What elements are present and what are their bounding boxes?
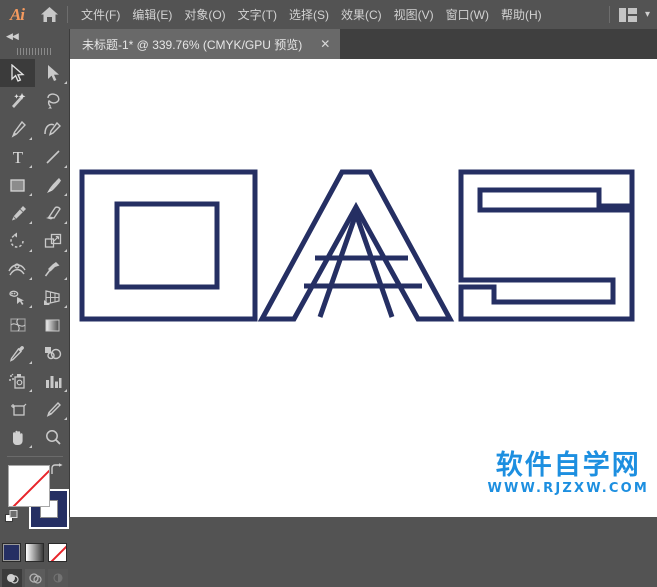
menubar-right-group: ▾ xyxy=(608,6,657,23)
app-logo: Ai xyxy=(9,4,25,24)
width-tool[interactable] xyxy=(0,255,35,283)
watermark-chinese: 软件自学网 xyxy=(495,450,641,481)
svg-text:T: T xyxy=(12,148,23,166)
chevron-down-icon[interactable]: ▾ xyxy=(645,9,650,20)
slice-tool[interactable] xyxy=(35,395,70,423)
panel-collapse-button[interactable]: ◀◀ xyxy=(0,29,69,44)
menu-file[interactable]: 文件(F) xyxy=(75,3,126,26)
collapse-arrows-icon: ◀◀ xyxy=(6,31,19,41)
magic-wand-tool[interactable] xyxy=(0,87,35,115)
draw-normal-button[interactable] xyxy=(1,569,22,587)
menu-type[interactable]: 文字(T) xyxy=(232,3,283,26)
artboard-tool[interactable] xyxy=(0,395,35,423)
panel-drag-handle[interactable] xyxy=(0,44,69,58)
illustrator-window: Ai 文件(F) 编辑(E) 对象(O) 文字(T) 选择(S) 效果(C) 视… xyxy=(0,0,657,587)
menu-effect[interactable]: 效果(C) xyxy=(335,3,388,26)
selection-tool[interactable] xyxy=(0,59,35,87)
menubar-divider xyxy=(67,6,68,23)
hand-tool[interactable] xyxy=(0,423,35,451)
zoom-tool[interactable] xyxy=(35,423,70,451)
eyedropper-tool[interactable] xyxy=(0,339,35,367)
gradient-button[interactable] xyxy=(25,543,44,562)
tool-grid: T xyxy=(0,58,70,451)
fill-none-slash-icon xyxy=(11,466,49,506)
close-icon[interactable]: ✕ xyxy=(320,38,330,50)
rectangle-tool[interactable] xyxy=(0,171,35,199)
menu-window[interactable]: 窗口(W) xyxy=(440,3,495,26)
home-icon[interactable] xyxy=(34,0,64,29)
tools-panel: ◀◀ T xyxy=(0,29,70,587)
fill-stroke-group xyxy=(0,461,70,539)
draw-behind-button[interactable] xyxy=(24,569,45,587)
watermark-url: WWW.RJZXW.COM xyxy=(487,481,649,496)
workspace-divider xyxy=(608,6,610,23)
default-fill-stroke-icon[interactable] xyxy=(5,510,19,529)
menu-edit[interactable]: 编辑(E) xyxy=(126,3,178,26)
eraser-tool[interactable] xyxy=(35,199,70,227)
blend-tool[interactable] xyxy=(35,339,70,367)
workspace-layout-icon[interactable] xyxy=(618,7,637,22)
free-transform-tool[interactable] xyxy=(35,255,70,283)
document-canvas[interactable]: 软件自学网 WWW.RJZXW.COM xyxy=(70,59,657,517)
mesh-tool[interactable] xyxy=(0,311,35,339)
oas-letter-outlines[interactable] xyxy=(70,59,657,517)
menu-object[interactable]: 对象(O) xyxy=(178,3,231,26)
color-button[interactable] xyxy=(2,543,21,562)
shaper-pencil-tool[interactable] xyxy=(0,199,35,227)
menu-bar: Ai 文件(F) 编辑(E) 对象(O) 文字(T) 选择(S) 效果(C) 视… xyxy=(0,0,657,29)
swap-fill-stroke-icon[interactable] xyxy=(50,463,64,481)
perspective-grid-tool[interactable] xyxy=(35,283,70,311)
document-tab-title: 未标题-1* @ 339.76% (CMYK/GPU 预览) xyxy=(82,37,303,52)
menu-view[interactable]: 视图(V) xyxy=(388,3,440,26)
tab-bar: 未标题-1* @ 339.76% (CMYK/GPU 预览) ✕ xyxy=(0,29,657,59)
curvature-tool[interactable] xyxy=(35,115,70,143)
column-graph-tool[interactable] xyxy=(35,367,70,395)
fill-swatch[interactable] xyxy=(8,465,50,507)
paintbrush-tool[interactable] xyxy=(35,171,70,199)
line-segment-tool[interactable] xyxy=(35,143,70,171)
lasso-tool[interactable] xyxy=(35,87,70,115)
type-tool[interactable]: T xyxy=(0,143,35,171)
gradient-tool[interactable] xyxy=(35,311,70,339)
pen-tool[interactable] xyxy=(0,115,35,143)
menu-help[interactable]: 帮助(H) xyxy=(495,3,548,26)
draw-mode-buttons xyxy=(0,562,69,587)
draw-inside-button[interactable] xyxy=(47,569,68,587)
toolpanel-divider xyxy=(6,456,63,457)
menu-select[interactable]: 选择(S) xyxy=(283,3,335,26)
scale-tool[interactable] xyxy=(35,227,70,255)
document-tab[interactable]: 未标题-1* @ 339.76% (CMYK/GPU 预览) ✕ xyxy=(70,29,341,59)
color-mode-buttons xyxy=(0,539,69,562)
rotate-tool[interactable] xyxy=(0,227,35,255)
shape-builder-tool[interactable] xyxy=(0,283,35,311)
symbol-sprayer-tool[interactable] xyxy=(0,367,35,395)
none-button[interactable] xyxy=(48,543,67,562)
direct-selection-tool[interactable] xyxy=(35,59,70,87)
watermark: 软件自学网 WWW.RJZXW.COM xyxy=(487,452,649,495)
